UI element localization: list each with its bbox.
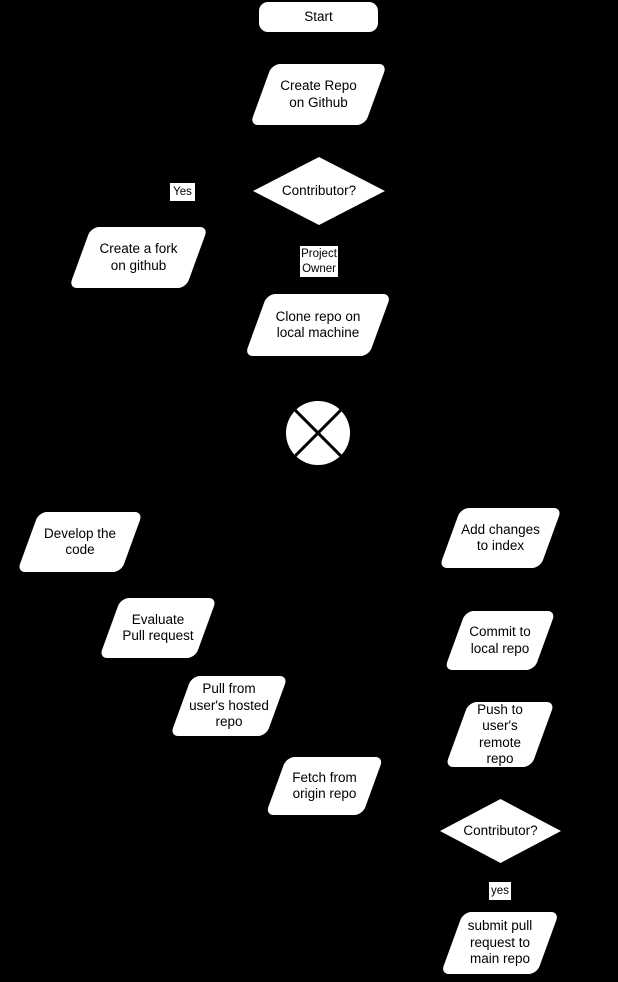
flow-node-evaluate-pull-request[interactable]: Evaluate Pull request xyxy=(99,598,217,658)
flow-node-label: Add changes to index xyxy=(461,521,540,554)
edge-label-yes-branch-1: Yes xyxy=(170,183,195,201)
flow-node-pull-hosted-repo[interactable]: Pull from user's hosted repo xyxy=(170,676,288,736)
flow-node-submit-pull-request[interactable]: submit pull request to main repo xyxy=(440,912,560,974)
flow-node-label: Develop the code xyxy=(43,525,117,558)
flow-node-label: Create Repo on Github xyxy=(280,78,357,110)
flow-node-label: Evaluate Pull request xyxy=(122,611,194,644)
flow-node-label: Push to user's remote repo xyxy=(477,701,523,767)
flow-node-create-fork[interactable]: Create a fork on github xyxy=(68,227,209,288)
flow-node-label: Contributor? xyxy=(281,183,357,198)
flowchart-canvas: Start Create Repo on Github Contributor? Cr… xyxy=(0,0,618,982)
flow-node-contributor-decision-2[interactable]: Contributor? xyxy=(440,799,561,863)
flow-node-commit-local[interactable]: Commit to local repo xyxy=(444,611,556,670)
flow-node-label: Fetch from origin repo xyxy=(292,769,357,802)
flow-node-clone-repo[interactable]: Clone repo on local machine xyxy=(244,294,392,356)
flow-node-label: Commit to local repo xyxy=(469,624,531,656)
flow-node-label: Contributor? xyxy=(463,823,538,838)
flow-node-develop-code[interactable]: Develop the code xyxy=(17,512,143,572)
flow-node-fetch-origin[interactable]: Fetch from origin repo xyxy=(265,757,384,815)
edge-label-yes-branch-2: yes xyxy=(489,882,511,900)
flow-node-label: Start xyxy=(304,9,333,24)
flow-node-label: submit pull request to main repo xyxy=(467,918,533,967)
edge-label-project-owner-branch: Project Owner xyxy=(300,246,338,277)
flow-node-add-changes[interactable]: Add changes to index xyxy=(439,508,562,568)
flow-node-junction[interactable] xyxy=(285,400,351,466)
flow-node-push-remote[interactable]: Push to user's remote repo xyxy=(445,701,555,767)
flow-node-label: Pull from user's hosted repo xyxy=(189,681,269,730)
flow-node-label: Create a fork on github xyxy=(99,241,178,273)
flow-node-create-repo[interactable]: Create Repo on Github xyxy=(249,64,388,125)
flow-node-label: Clone repo on local machine xyxy=(275,308,361,341)
junction-circle-x-icon xyxy=(286,401,350,465)
flow-node-contributor-decision-1[interactable]: Contributor? xyxy=(253,157,385,225)
flow-node-start[interactable]: Start xyxy=(259,2,378,32)
